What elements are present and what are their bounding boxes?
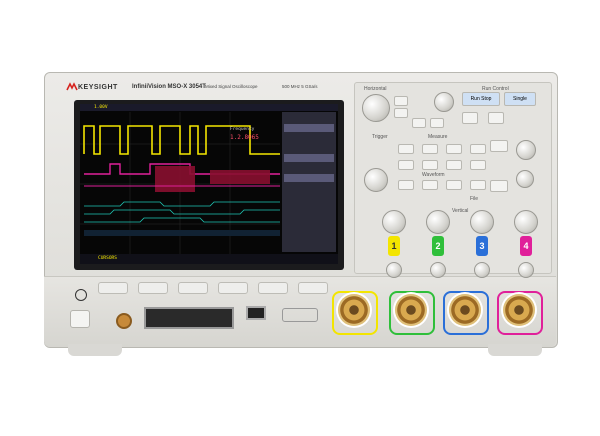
- decode-bus: [84, 230, 280, 236]
- power-button[interactable]: [70, 310, 90, 328]
- cursors-button[interactable]: [446, 144, 462, 154]
- ch1-button[interactable]: 1: [388, 236, 400, 256]
- model-subtitle: Mixed Signal Oscilloscope: [205, 84, 258, 89]
- power-icon: [75, 289, 87, 301]
- softkey-5[interactable]: [258, 282, 288, 294]
- horizontal-scale-knob[interactable]: [362, 94, 390, 122]
- ch3-scale-knob[interactable]: [470, 210, 494, 234]
- ch3-position-knob[interactable]: [474, 262, 490, 278]
- ground-terminal: [116, 313, 132, 329]
- clear-button[interactable]: [422, 180, 438, 190]
- softkey-2[interactable]: [138, 282, 168, 294]
- frequency-readout: 1.2.8065: [230, 134, 259, 141]
- waveform-label: Waveform: [422, 172, 445, 178]
- ch3-button[interactable]: 3: [476, 236, 488, 256]
- ch2-bnc-input[interactable]: [395, 294, 427, 326]
- status-cursors: CURSORS: [98, 256, 117, 261]
- digital-probe-connector: [144, 307, 234, 329]
- horizontal-label: Horizontal: [364, 86, 387, 92]
- ch2-position-knob[interactable]: [430, 262, 446, 278]
- display-screen: 1.00V 1.2.8065 Frequency CURSORS: [80, 104, 338, 264]
- digital-bus-traces: [84, 201, 280, 223]
- panel-button-f[interactable]: [488, 112, 504, 124]
- ch4-scale-knob[interactable]: [514, 210, 538, 234]
- softkey-4[interactable]: [218, 282, 248, 294]
- panel-button-c[interactable]: [412, 118, 426, 128]
- math-fill: [155, 166, 195, 192]
- foot-right: [488, 344, 542, 356]
- panel-button-e[interactable]: [462, 112, 478, 124]
- file-label: File: [470, 196, 479, 202]
- softkey-3[interactable]: [178, 282, 208, 294]
- ch1-position-knob[interactable]: [386, 262, 402, 278]
- ch1-scale: 1.00V: [94, 105, 108, 110]
- horizontal-position-knob[interactable]: [434, 92, 454, 112]
- trigger-level-knob[interactable]: [364, 168, 388, 192]
- foot-left: [68, 344, 122, 356]
- ch1-bnc-input[interactable]: [338, 294, 370, 326]
- run-stop-label: Run Stop: [470, 96, 492, 102]
- ch1-scale-knob[interactable]: [382, 210, 406, 234]
- ch3-bnc-input[interactable]: [449, 294, 481, 326]
- trigger-label: Trigger: [372, 134, 388, 140]
- ch4-button[interactable]: 4: [520, 236, 532, 256]
- model-name: InfiniiVision MSO-X 3054T: [132, 84, 206, 90]
- force-trigger-button[interactable]: [398, 160, 414, 170]
- panel-button-b[interactable]: [394, 108, 408, 118]
- softkey-1[interactable]: [98, 282, 128, 294]
- waveform-display: [80, 104, 338, 264]
- ch4-position-knob[interactable]: [518, 262, 534, 278]
- panel-button-d[interactable]: [430, 118, 444, 128]
- vertical-label: Vertical: [452, 208, 469, 214]
- measure-label: Measure: [428, 134, 448, 140]
- trigger-button[interactable]: [398, 144, 414, 154]
- model-specs: 500 MHz 5 GSa/s: [282, 84, 318, 89]
- display-button[interactable]: [470, 160, 486, 170]
- brand-logo-icon: [66, 82, 78, 91]
- touch-button[interactable]: [490, 140, 508, 152]
- ch4-bnc-input[interactable]: [503, 294, 535, 326]
- entry-knob[interactable]: [516, 140, 536, 160]
- single-label: Single: [513, 96, 527, 102]
- panel-button-a[interactable]: [394, 96, 408, 106]
- probe-comp-terminal: [282, 308, 318, 322]
- measure-title: Frequency: [230, 127, 255, 132]
- usb-icon: [246, 306, 266, 320]
- measure-button[interactable]: [422, 144, 438, 154]
- mode-button[interactable]: [422, 160, 438, 170]
- run-stop-button[interactable]: Run Stop: [462, 92, 500, 106]
- print-button[interactable]: [490, 180, 508, 192]
- brand-name: KEYSIGHT: [78, 84, 118, 91]
- softkey-6[interactable]: [298, 282, 328, 294]
- help-button[interactable]: [470, 180, 486, 190]
- default-button[interactable]: [446, 180, 462, 190]
- single-button[interactable]: Single: [504, 92, 536, 106]
- ch2-scale-knob[interactable]: [426, 210, 450, 234]
- save-button[interactable]: [398, 180, 414, 190]
- ch2-button[interactable]: 2: [432, 236, 444, 256]
- cursor-knob[interactable]: [516, 170, 534, 188]
- meas-button[interactable]: [470, 144, 486, 154]
- acquire-button[interactable]: [446, 160, 462, 170]
